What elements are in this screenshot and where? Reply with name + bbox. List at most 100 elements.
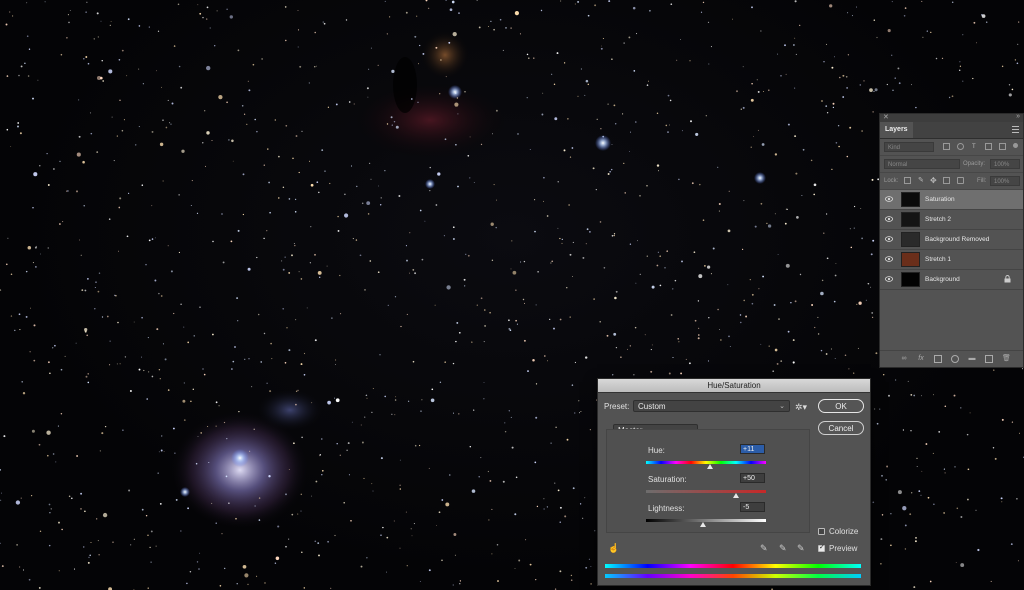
preset-select[interactable]: Custom ⌄ xyxy=(633,400,790,412)
filter-type-icon[interactable]: T xyxy=(972,142,976,152)
star xyxy=(811,304,814,306)
star xyxy=(702,219,705,221)
fx-icon[interactable]: fx xyxy=(917,355,925,363)
star xyxy=(406,313,408,315)
lightness-input[interactable]: -5 xyxy=(740,502,765,512)
star xyxy=(960,407,962,409)
saturation-slider-track[interactable] xyxy=(646,490,766,493)
eye-icon[interactable] xyxy=(885,276,893,282)
eye-icon[interactable] xyxy=(885,236,893,242)
star xyxy=(380,197,382,199)
add-mask-icon[interactable] xyxy=(934,355,942,363)
saturation-slider-thumb[interactable] xyxy=(733,493,739,498)
lightness-slider-thumb[interactable] xyxy=(700,522,706,527)
lock-position-icon[interactable]: ✥ xyxy=(930,177,937,185)
star xyxy=(691,182,694,185)
star xyxy=(689,60,691,62)
eye-icon[interactable] xyxy=(885,256,893,262)
fill-field[interactable]: 100% xyxy=(990,176,1020,186)
layer-row[interactable]: Background Removed xyxy=(880,230,1023,250)
star xyxy=(728,335,730,338)
panel-menu-icon[interactable] xyxy=(1012,126,1019,133)
eye-icon[interactable] xyxy=(885,196,893,202)
ok-button[interactable]: OK xyxy=(818,399,864,413)
star xyxy=(586,228,589,231)
blend-mode-select[interactable]: Normal xyxy=(884,159,960,169)
saturation-input[interactable]: +50 xyxy=(740,473,765,483)
star xyxy=(27,245,32,250)
lock-artboard-icon[interactable] xyxy=(943,177,950,184)
filter-shape-icon[interactable] xyxy=(985,143,992,150)
tab-layers[interactable]: Layers xyxy=(880,122,913,138)
star xyxy=(269,390,272,393)
lightness-slider-track[interactable] xyxy=(646,519,766,522)
star xyxy=(890,513,892,515)
panel-topbar[interactable]: ✕ » xyxy=(880,113,1023,122)
star xyxy=(88,556,90,558)
hue-input[interactable]: +11 xyxy=(740,444,765,454)
star xyxy=(1010,543,1013,545)
preview-checkbox[interactable] xyxy=(818,543,825,552)
layer-row[interactable]: Stretch 2 xyxy=(880,210,1023,230)
filter-smartobject-icon[interactable] xyxy=(999,143,1006,150)
filter-adjustment-icon[interactable] xyxy=(957,143,964,150)
layer-row[interactable]: Background xyxy=(880,270,1023,290)
lock-all-icon[interactable] xyxy=(957,177,964,184)
star xyxy=(512,270,517,275)
star xyxy=(943,468,945,470)
eyedropper-minus-icon[interactable]: ✎ xyxy=(797,543,807,553)
star xyxy=(904,524,907,527)
star xyxy=(742,66,744,68)
star xyxy=(133,321,135,323)
star xyxy=(826,257,829,260)
eyedropper-plus-icon[interactable]: ✎ xyxy=(779,543,789,553)
colorize-checkbox[interactable] xyxy=(818,528,825,535)
cancel-button[interactable]: Cancel xyxy=(818,421,864,435)
star xyxy=(916,465,918,468)
star xyxy=(718,210,720,212)
filter-pixel-icon[interactable] xyxy=(943,143,950,150)
star xyxy=(914,540,917,543)
lock-paint-icon[interactable]: ✎ xyxy=(918,177,925,184)
star xyxy=(449,8,453,12)
hue-slider-thumb[interactable] xyxy=(706,464,713,469)
layer-row[interactable]: Stretch 1 xyxy=(880,250,1023,270)
dialog-title[interactable]: Hue/Saturation xyxy=(598,379,870,393)
star xyxy=(622,113,624,115)
star xyxy=(459,583,461,585)
star xyxy=(35,266,37,268)
star xyxy=(1011,88,1014,91)
collapse-panel-icon[interactable]: » xyxy=(1016,113,1020,120)
star xyxy=(712,247,715,250)
star xyxy=(504,430,507,433)
new-layer-icon[interactable] xyxy=(985,355,993,363)
star xyxy=(437,172,441,176)
star xyxy=(58,521,60,524)
star xyxy=(821,100,823,102)
close-panel-icon[interactable]: ✕ xyxy=(883,113,889,121)
opacity-field[interactable]: 100% xyxy=(990,159,1020,169)
filter-kind-select[interactable]: Kind xyxy=(884,142,934,152)
layer-row[interactable]: Saturation xyxy=(880,190,1023,210)
filter-toggle-icon[interactable] xyxy=(1013,143,1018,148)
lock-transparent-icon[interactable] xyxy=(904,177,911,184)
link-layers-icon[interactable]: ∞ xyxy=(900,355,908,363)
star xyxy=(452,584,454,586)
layer-name: Stretch 1 xyxy=(925,256,952,263)
star xyxy=(26,35,29,37)
gear-icon[interactable]: ✲▾ xyxy=(795,402,809,412)
star xyxy=(97,36,99,38)
star xyxy=(234,346,236,348)
trash-icon[interactable]: 🗑 xyxy=(1002,355,1011,363)
targeted-adjustment-hand-icon[interactable]: ☝ xyxy=(608,543,619,553)
star xyxy=(32,97,34,100)
star xyxy=(870,253,873,256)
star xyxy=(141,184,144,186)
new-group-icon[interactable]: ▬ xyxy=(968,355,976,363)
new-adjustment-icon[interactable] xyxy=(951,355,959,363)
star xyxy=(514,513,517,516)
eyedropper-icon[interactable]: ✎ xyxy=(760,543,770,553)
star xyxy=(173,45,176,47)
eye-icon[interactable] xyxy=(885,216,893,222)
star xyxy=(697,337,700,340)
